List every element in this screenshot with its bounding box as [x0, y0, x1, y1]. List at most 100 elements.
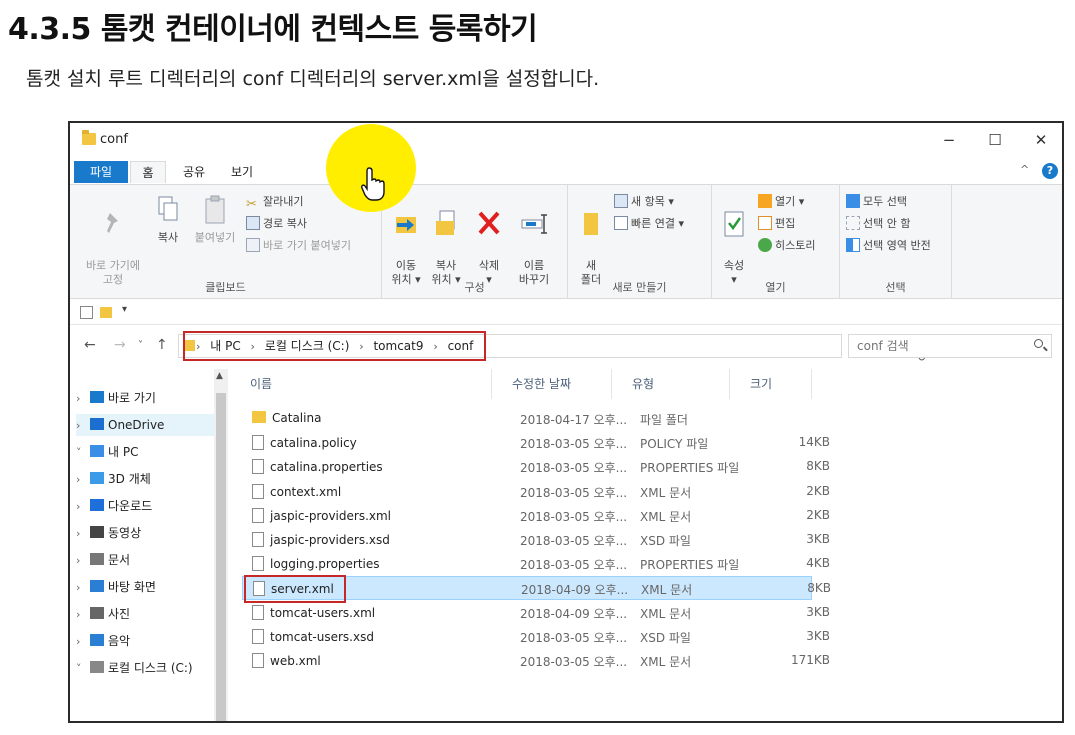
column-name[interactable]: 이름: [230, 369, 492, 399]
recent-locations-button[interactable]: ˅: [138, 340, 143, 351]
column-type[interactable]: 유형: [612, 369, 730, 399]
tab-view[interactable]: 보기: [222, 161, 262, 183]
nav-item[interactable]: › OneDrive: [76, 414, 226, 436]
nav-item[interactable]: › 사진: [76, 603, 130, 625]
easy-access-button[interactable]: 빠른 연결 ▾: [614, 215, 684, 233]
scroll-thumb[interactable]: [216, 393, 226, 721]
file-icon: [252, 459, 264, 475]
customize-toolbar-dropdown[interactable]: ▾: [122, 304, 127, 315]
file-date: 2018-03-05 오후...: [520, 630, 628, 645]
paste-button[interactable]: 붙여넣기: [190, 193, 240, 245]
scroll-up-icon[interactable]: ▲: [216, 371, 223, 381]
column-size[interactable]: 크기: [730, 369, 812, 399]
file-row[interactable]: context.xml 2018-03-05 오후... XML 문서 2KB: [242, 480, 830, 504]
nav-item[interactable]: › 다운로드: [76, 495, 152, 517]
help-icon[interactable]: ?: [1042, 163, 1058, 179]
nav-item-label: 내 PC: [108, 445, 139, 459]
history-button[interactable]: 히스토리: [758, 237, 815, 255]
search-input[interactable]: [857, 336, 1027, 356]
tab-share[interactable]: 공유: [174, 161, 214, 183]
invert-selection-button[interactable]: 선택 영역 반전: [846, 237, 931, 255]
nav-item[interactable]: ˅ 내 PC: [76, 441, 138, 463]
tab-file[interactable]: 파일: [74, 161, 128, 183]
close-button[interactable]: ✕: [1018, 127, 1062, 153]
folder-icon: [252, 411, 266, 423]
copy-to-button[interactable]: 복사 위치 ▾: [428, 193, 464, 287]
rename-button[interactable]: 이름 바꾸기: [514, 193, 554, 287]
new-folder-small-icon[interactable]: [100, 307, 112, 318]
breadcrumb-separator: ›: [250, 340, 255, 353]
file-row[interactable]: catalina.properties 2018-03-05 오후... PROPE…: [242, 455, 830, 479]
desktop-icon: [90, 580, 104, 592]
breadcrumb-tomcat9[interactable]: tomcat9: [373, 339, 423, 353]
expand-chevron-icon[interactable]: ›: [76, 469, 90, 491]
expand-chevron-icon[interactable]: ›: [76, 388, 90, 410]
minimize-button[interactable]: −: [926, 127, 972, 153]
copy-path-button[interactable]: 경로 복사: [246, 215, 307, 233]
file-row[interactable]: web.xml 2018-03-05 오후... XML 문서 171KB: [242, 649, 830, 673]
file-name: context.xml: [252, 483, 341, 499]
nav-item[interactable]: ˅ 로컬 디스크 (C:): [76, 657, 193, 679]
address-bar[interactable]: › 내 PC › 로컬 디스크 (C:) › tomcat9 › conf ˅ …: [178, 331, 926, 364]
server-xml-highlight-box: [244, 575, 346, 603]
expand-chevron-icon[interactable]: ›: [76, 496, 90, 518]
breadcrumb-local-disk[interactable]: 로컬 디스크 (C:): [265, 339, 350, 353]
pin-quick-access-button[interactable]: 바로 가기에 고정: [76, 193, 150, 287]
breadcrumb-separator: ›: [359, 340, 364, 353]
copy-button[interactable]: 복사: [152, 193, 184, 245]
nav-item[interactable]: › 3D 개체: [76, 468, 151, 490]
cut-button[interactable]: ✂ 잘라내기: [246, 193, 303, 212]
forward-button[interactable]: →: [114, 337, 126, 353]
tab-home[interactable]: 홈: [130, 161, 166, 183]
file-type: XSD 파일: [640, 534, 691, 548]
new-item-button[interactable]: 새 항목 ▾: [614, 193, 674, 211]
nav-item[interactable]: › 바탕 화면: [76, 576, 156, 598]
breadcrumb-conf[interactable]: conf: [448, 339, 474, 353]
expand-chevron-icon[interactable]: ˅: [76, 658, 90, 680]
edit-button[interactable]: 편집: [758, 215, 795, 233]
nav-scrollbar[interactable]: ▲: [214, 369, 228, 721]
up-button[interactable]: ↑: [156, 337, 168, 353]
expand-chevron-icon[interactable]: ›: [76, 631, 90, 653]
new-folder-button[interactable]: 새 폴더: [576, 193, 606, 287]
search-icon[interactable]: [1034, 339, 1043, 348]
expand-chevron-icon[interactable]: ›: [76, 604, 90, 626]
nav-item[interactable]: › 바로 가기: [76, 387, 156, 409]
properties-check-icon[interactable]: [80, 306, 93, 319]
breadcrumb-my-pc[interactable]: 내 PC: [210, 339, 240, 353]
expand-chevron-icon[interactable]: ›: [76, 415, 90, 437]
search-box[interactable]: [848, 334, 1052, 358]
expand-chevron-icon[interactable]: ˅: [76, 442, 90, 464]
expand-chevron-icon[interactable]: ›: [76, 523, 90, 545]
move-to-button[interactable]: 이동 위치 ▾: [388, 193, 424, 287]
file-row[interactable]: logging.properties 2018-03-05 오후... PROPER…: [242, 552, 830, 576]
file-row[interactable]: tomcat-users.xml 2018-04-09 오후... XML 문서 3K…: [242, 601, 830, 625]
select-none-button[interactable]: 선택 안 함: [846, 215, 910, 233]
expand-chevron-icon[interactable]: ›: [76, 550, 90, 572]
delete-button[interactable]: 삭제 ▾: [474, 193, 504, 287]
column-date-modified[interactable]: 수정한 날짜: [492, 369, 612, 399]
back-button[interactable]: ←: [84, 337, 96, 353]
file-row[interactable]: Catalina 2018-04-17 오후... 파일 폴더: [242, 407, 812, 431]
file-size: 14KB: [798, 435, 830, 450]
file-row[interactable]: tomcat-users.xsd 2018-03-05 오후... XSD 파일 3K…: [242, 625, 830, 649]
nav-item[interactable]: › 동영상: [76, 522, 141, 544]
file-row[interactable]: jaspic-providers.xml 2018-03-05 오후... XML …: [242, 504, 830, 528]
select-all-button[interactable]: 모두 선택: [846, 193, 907, 211]
nav-item[interactable]: › 문서: [76, 549, 130, 571]
file-row[interactable]: catalina.policy 2018-03-05 오후... POLICY 파일…: [242, 431, 830, 455]
paste-shortcut-button[interactable]: 바로 가기 붙여넣기: [246, 237, 351, 255]
file-date: 2018-03-05 오후...: [520, 509, 628, 524]
maximize-button[interactable]: ☐: [972, 127, 1018, 153]
properties-button[interactable]: 속성 ▾: [718, 193, 750, 287]
collapse-ribbon-icon[interactable]: ^: [1020, 163, 1029, 181]
file-date: 2018-04-09 오후...: [520, 606, 628, 621]
file-size: 8KB: [806, 459, 830, 474]
file-date: 2018-03-05 오후...: [520, 534, 628, 548]
new-item-label: 새 항목 ▾: [631, 195, 674, 208]
nav-item[interactable]: › 음악: [76, 630, 130, 652]
file-name: catalina.policy: [252, 435, 357, 451]
open-button[interactable]: 열기 ▾: [758, 193, 804, 211]
expand-chevron-icon[interactable]: ›: [76, 577, 90, 599]
file-row[interactable]: jaspic-providers.xsd 2018-03-05 오후... XSD …: [242, 528, 830, 552]
